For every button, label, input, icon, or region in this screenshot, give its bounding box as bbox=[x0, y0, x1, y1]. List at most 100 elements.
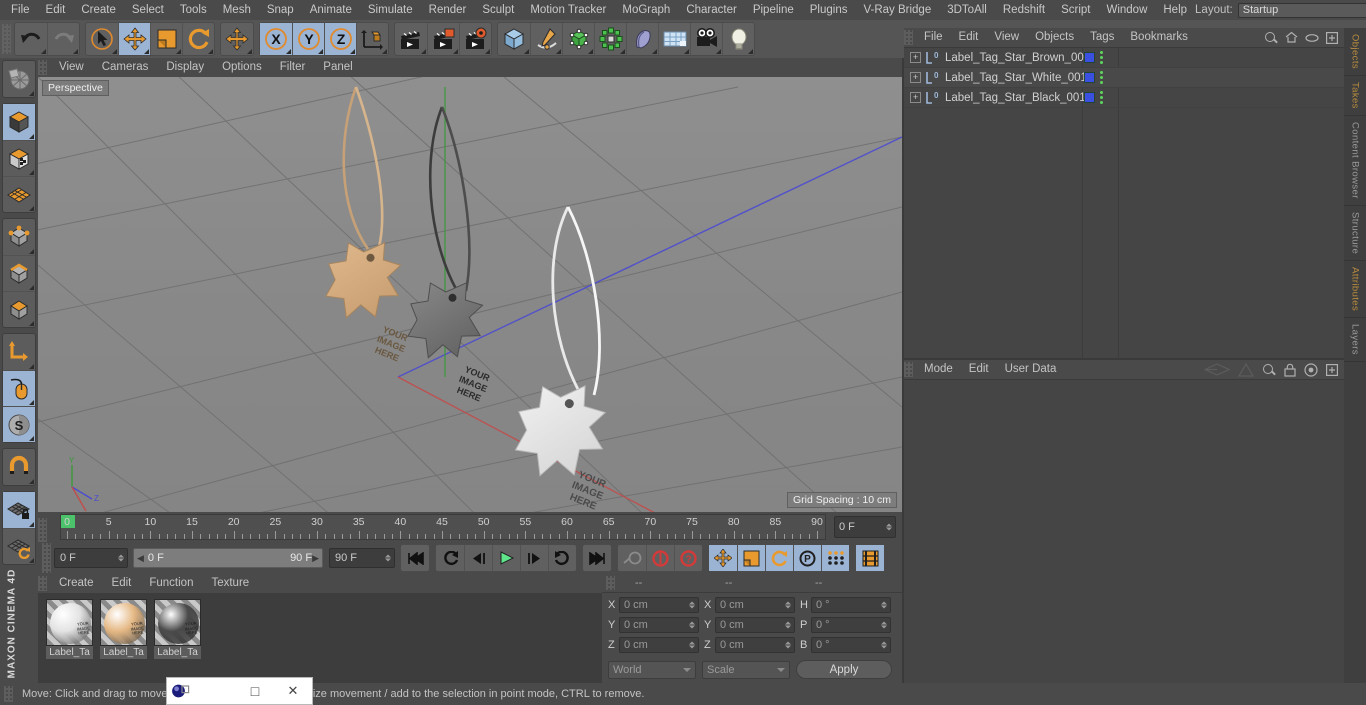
go-to-end-button[interactable] bbox=[583, 545, 611, 571]
coordinate-mode-dropdown[interactable]: Scale bbox=[702, 660, 790, 679]
add-deformer-button[interactable] bbox=[626, 23, 658, 55]
object-row[interactable]: +0 Label_Tag_Star_Black_001 bbox=[904, 88, 1344, 108]
right-tab-objects[interactable]: Objects bbox=[1344, 28, 1366, 77]
render-to-picture-viewer-button[interactable] bbox=[427, 23, 459, 55]
workplane-align-button[interactable] bbox=[3, 528, 35, 564]
home-icon[interactable] bbox=[1285, 31, 1298, 44]
menu-item-redshift[interactable]: Redshift bbox=[995, 0, 1053, 20]
step-back-button[interactable] bbox=[464, 545, 492, 571]
material-item[interactable]: YOUR IMAGE HERE Label_Ta bbox=[100, 599, 147, 683]
coord-position-input-x[interactable]: 0 cm bbox=[619, 597, 699, 613]
menu-item-pipeline[interactable]: Pipeline bbox=[745, 0, 802, 20]
attributes-menu-mode[interactable]: Mode bbox=[916, 360, 961, 379]
flatten-icon[interactable] bbox=[1204, 363, 1230, 376]
menu-item-tools[interactable]: Tools bbox=[172, 0, 215, 20]
material-list[interactable]: YOUR IMAGE HERE Label_Ta YOUR IMAGE HERE Label_… bbox=[38, 593, 602, 683]
visibility-dots-icon[interactable] bbox=[1100, 51, 1103, 64]
viewport-menu-panel[interactable]: Panel bbox=[314, 58, 361, 77]
axis-mode-button[interactable] bbox=[3, 334, 35, 370]
spinner-icon[interactable] bbox=[785, 621, 791, 629]
maximize-button[interactable]: □ bbox=[236, 678, 274, 705]
object-menu-tags[interactable]: Tags bbox=[1082, 28, 1122, 47]
preview-range-bar[interactable]: ◀ 0 F 90 F ▶ bbox=[133, 548, 323, 568]
scale-tool[interactable] bbox=[150, 23, 182, 55]
spinner-icon[interactable] bbox=[689, 621, 695, 629]
current-frame-field[interactable]: 0 F bbox=[54, 548, 128, 568]
menu-item-sculpt[interactable]: Sculpt bbox=[474, 0, 522, 20]
new-window-icon[interactable] bbox=[1326, 363, 1338, 376]
coord-rotation-input-h[interactable]: 0 ° bbox=[811, 597, 891, 613]
menu-item-motion-tracker[interactable]: Motion Tracker bbox=[522, 0, 614, 20]
expand-toggle-icon[interactable]: + bbox=[910, 72, 921, 83]
right-tab-layers[interactable]: Layers bbox=[1344, 318, 1366, 362]
menu-item-character[interactable]: Character bbox=[678, 0, 745, 20]
spinner-icon[interactable] bbox=[881, 601, 887, 609]
object-tree[interactable]: +0 Label_Tag_Star_Brown_001 +0 Label_Tag_St… bbox=[904, 47, 1344, 358]
lock-icon[interactable] bbox=[1284, 363, 1296, 377]
model-mode-button[interactable] bbox=[3, 104, 35, 140]
move-duplicate-tool[interactable] bbox=[221, 23, 253, 55]
step-forward-button[interactable] bbox=[520, 545, 548, 571]
right-tab-attributes[interactable]: Attributes bbox=[1344, 261, 1366, 318]
object-menu-edit[interactable]: Edit bbox=[951, 28, 987, 47]
end-frame-field[interactable]: 90 F bbox=[329, 548, 395, 568]
coord-size-input-z[interactable]: 0 cm bbox=[715, 637, 795, 653]
menu-item-select[interactable]: Select bbox=[124, 0, 172, 20]
redo-button[interactable] bbox=[47, 23, 79, 55]
menu-item-snap[interactable]: Snap bbox=[259, 0, 302, 20]
new-window-icon[interactable] bbox=[1326, 31, 1338, 44]
add-mograph-button[interactable] bbox=[594, 23, 626, 55]
viewport-menu-view[interactable]: View bbox=[50, 58, 93, 77]
menu-item-3dtoall[interactable]: 3DToAll bbox=[939, 0, 995, 20]
coord-rotation-input-b[interactable]: 0 ° bbox=[811, 637, 891, 653]
material-preview[interactable]: YOUR IMAGE HERE bbox=[100, 599, 147, 646]
material-tag-icon[interactable] bbox=[1084, 72, 1095, 83]
workplane-mode-button[interactable] bbox=[3, 176, 35, 212]
workplane-lock-button[interactable] bbox=[3, 492, 35, 528]
material-tag-icon[interactable] bbox=[1084, 92, 1095, 103]
object-menu-file[interactable]: File bbox=[916, 28, 951, 47]
menu-item-v-ray-bridge[interactable]: V-Ray Bridge bbox=[855, 0, 939, 20]
coord-position-input-y[interactable]: 0 cm bbox=[619, 617, 699, 633]
viewport-solo-button[interactable] bbox=[3, 370, 35, 406]
material-item[interactable]: YOUR IMAGE HERE Label_Ta bbox=[154, 599, 201, 683]
live-selection-tool[interactable] bbox=[86, 23, 118, 55]
visibility-dots-icon[interactable] bbox=[1100, 91, 1103, 104]
menu-item-plugins[interactable]: Plugins bbox=[802, 0, 856, 20]
coord-position-input-z[interactable]: 0 cm bbox=[619, 637, 699, 653]
spinner-icon[interactable] bbox=[785, 601, 791, 609]
menu-item-create[interactable]: Create bbox=[73, 0, 124, 20]
object-menu-view[interactable]: View bbox=[986, 28, 1027, 47]
magnet-tool-button[interactable] bbox=[3, 449, 35, 485]
spinner-icon[interactable] bbox=[881, 621, 887, 629]
apply-button[interactable]: Apply bbox=[796, 660, 892, 679]
timeline-frame-field[interactable]: 0 F bbox=[834, 516, 896, 538]
texture-mode-button[interactable] bbox=[3, 140, 35, 176]
close-button[interactable]: ✕ bbox=[274, 678, 312, 705]
render-view-button[interactable] bbox=[395, 23, 427, 55]
material-item[interactable]: YOUR IMAGE HERE Label_Ta bbox=[46, 599, 93, 683]
menu-item-help[interactable]: Help bbox=[1155, 0, 1195, 20]
menu-item-edit[interactable]: Edit bbox=[38, 0, 74, 20]
record-pla-button[interactable]: P bbox=[793, 545, 821, 571]
go-to-start-button[interactable] bbox=[401, 545, 429, 571]
coordinate-space-dropdown[interactable]: World bbox=[608, 660, 696, 679]
attributes-content[interactable] bbox=[904, 379, 1344, 683]
undo-button[interactable] bbox=[15, 23, 47, 55]
coord-size-input-x[interactable]: 0 cm bbox=[715, 597, 795, 613]
right-tab-content-browser[interactable]: Content Browser bbox=[1344, 116, 1366, 206]
visibility-dots-icon[interactable] bbox=[1100, 71, 1103, 84]
enable-snap-button[interactable]: S bbox=[3, 406, 35, 442]
record-position-button[interactable] bbox=[709, 545, 737, 571]
spinner-icon[interactable] bbox=[886, 523, 892, 531]
menu-item-render[interactable]: Render bbox=[421, 0, 475, 20]
add-environment-button[interactable] bbox=[658, 23, 690, 55]
menu-item-animate[interactable]: Animate bbox=[302, 0, 360, 20]
material-tag-icon[interactable] bbox=[1084, 52, 1095, 63]
expand-toggle-icon[interactable]: + bbox=[910, 52, 921, 63]
material-menu-texture[interactable]: Texture bbox=[202, 574, 258, 593]
search-icon[interactable] bbox=[1262, 363, 1276, 377]
menu-item-mograph[interactable]: MoGraph bbox=[614, 0, 678, 20]
world-object-coordinates-button[interactable] bbox=[356, 23, 388, 55]
viewport-menu-cameras[interactable]: Cameras bbox=[93, 58, 158, 77]
